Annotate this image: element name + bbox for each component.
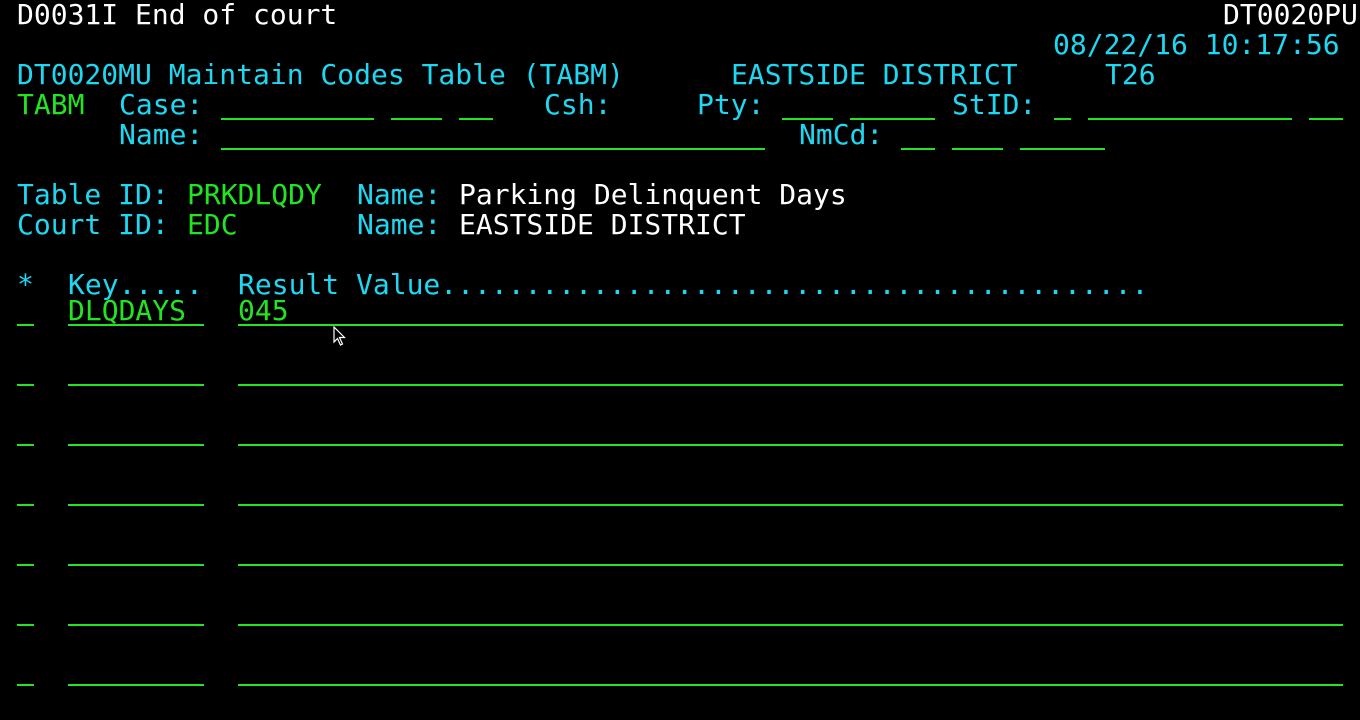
case-type-field[interactable] xyxy=(391,90,442,120)
row-result-value-field[interactable] xyxy=(238,476,1343,506)
row-key-field[interactable]: DLQDAYS xyxy=(68,296,204,326)
screen-code: DT0020PU xyxy=(1223,0,1358,31)
table-id-label: Table ID: xyxy=(17,178,169,211)
table-name-label: Name: xyxy=(357,178,442,211)
name-field[interactable] xyxy=(221,120,765,150)
row-select-field[interactable] xyxy=(17,536,34,566)
row-result-value-field[interactable] xyxy=(238,416,1343,446)
stid-type-field[interactable] xyxy=(1054,90,1071,120)
party-number-field[interactable] xyxy=(850,90,935,120)
row-select-field[interactable] xyxy=(17,656,34,686)
nmcd-label: NmCd: xyxy=(799,118,884,151)
nmcd-field-3[interactable] xyxy=(1020,120,1105,150)
datetime: 08/22/16 10:17:56 xyxy=(1053,28,1340,61)
row-select-field[interactable] xyxy=(17,596,34,626)
nmcd-field-1[interactable] xyxy=(901,120,935,150)
court-id-value: EDC xyxy=(187,208,238,241)
row-key-field[interactable] xyxy=(68,656,204,686)
stid-state-field[interactable] xyxy=(1309,90,1343,120)
row-result-value-field[interactable] xyxy=(238,536,1343,566)
court-name-value: EASTSIDE DISTRICT xyxy=(459,208,746,241)
case-sequence-field[interactable] xyxy=(459,90,493,120)
row-key-field[interactable] xyxy=(68,536,204,566)
table-name-value: Parking Delinquent Days xyxy=(459,178,847,211)
terminal-id: T26 xyxy=(1105,58,1156,91)
row-key-field[interactable] xyxy=(68,356,204,386)
case-label: Case: xyxy=(119,88,204,121)
stid-number-field[interactable] xyxy=(1088,90,1292,120)
name-label: Name: xyxy=(119,118,204,151)
table-id-value: PRKDLQDY xyxy=(187,178,322,211)
row-select-field[interactable] xyxy=(17,356,34,386)
row-select-field[interactable] xyxy=(17,296,34,326)
court-id-label: Court ID: xyxy=(17,208,169,241)
row-result-value-field[interactable]: 045 xyxy=(238,296,1343,326)
court-name-label: Name: xyxy=(357,208,442,241)
row-key-field[interactable] xyxy=(68,416,204,446)
row-result-value-field[interactable] xyxy=(238,356,1343,386)
csh-label: Csh: xyxy=(544,88,612,121)
transaction-code: TABM xyxy=(17,88,85,121)
page-title: DT0020MU Maintain Codes Table (TABM) xyxy=(17,58,624,91)
case-number-field[interactable] xyxy=(221,90,374,120)
nmcd-field-2[interactable] xyxy=(952,120,1003,150)
row-key-field[interactable] xyxy=(68,476,204,506)
district-name: EASTSIDE DISTRICT xyxy=(731,58,1018,91)
row-result-value-field[interactable] xyxy=(238,596,1343,626)
row-select-field[interactable] xyxy=(17,476,34,506)
row-key-field[interactable] xyxy=(68,596,204,626)
stid-label: StID: xyxy=(952,88,1037,121)
party-type-field[interactable] xyxy=(782,90,833,120)
mouse-pointer-icon xyxy=(333,326,346,346)
row-select-field[interactable] xyxy=(17,416,34,446)
row-result-value-field[interactable] xyxy=(238,656,1343,686)
status-message: D0031I End of court xyxy=(17,0,338,31)
pty-label: Pty: xyxy=(697,88,765,121)
